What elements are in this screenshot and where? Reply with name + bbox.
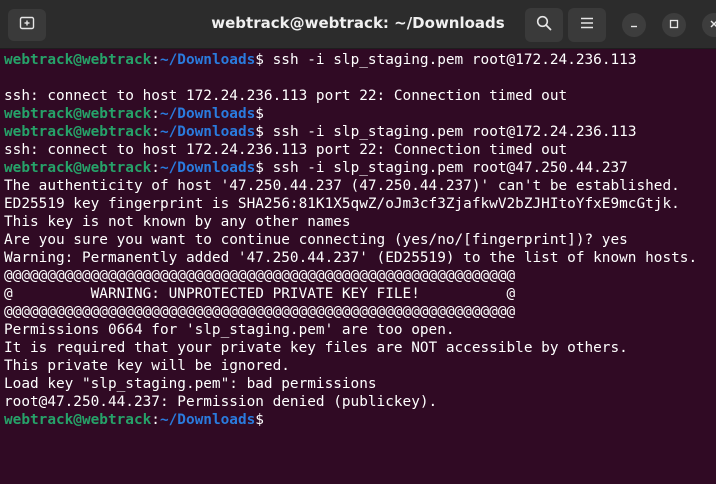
minimize-button[interactable]: [622, 13, 646, 37]
hamburger-menu-icon: [580, 16, 594, 35]
command-text: ssh -i slp_staging.pem root@172.24.236.1…: [263, 124, 637, 140]
prompt-path: ~/Downloads: [159, 52, 256, 68]
output-line: root@47.250.44.237: Permission denied (p…: [4, 394, 438, 410]
output-line: @@@@@@@@@@@@@@@@@@@@@@@@@@@@@@@@@@@@@@@@…: [4, 268, 516, 284]
output-line: Are you sure you want to continue connec…: [4, 232, 628, 248]
prompt-separator: :: [151, 412, 160, 428]
output-line: Warning: Permanently added '47.250.44.23…: [4, 250, 698, 266]
terminal-cursor: [264, 411, 272, 427]
prompt-separator: :: [151, 124, 160, 140]
title-bar: webtrack@webtrack: ~/Downloads: [0, 0, 716, 49]
prompt-line: webtrack@webtrack:~/Downloads$ ssh -i sl…: [4, 51, 716, 69]
prompt-line: webtrack@webtrack:~/Downloads$ ssh -i sl…: [4, 123, 716, 141]
search-icon: [536, 15, 552, 36]
command-text: ssh -i slp_staging.pem root@47.250.44.23…: [263, 160, 628, 176]
prompt-user: webtrack@webtrack: [4, 124, 152, 140]
output-line: ED25519 key fingerprint is SHA256:81K1X5…: [4, 196, 680, 212]
output-line: @@@@@@@@@@@@@@@@@@@@@@@@@@@@@@@@@@@@@@@@…: [4, 304, 516, 320]
prompt-user: webtrack@webtrack: [4, 160, 152, 176]
output-line: This private key will be ignored.: [4, 358, 290, 374]
maximize-icon: [669, 16, 679, 34]
prompt-line: webtrack@webtrack:~/Downloads$: [4, 411, 716, 429]
prompt-line: webtrack@webtrack:~/Downloads$ ssh -i sl…: [4, 159, 716, 177]
window-title: webtrack@webtrack: ~/Downloads: [211, 14, 505, 32]
command-text: ssh -i slp_staging.pem root@172.24.236.1…: [263, 52, 637, 68]
prompt-path: ~/Downloads: [159, 124, 256, 140]
prompt-user: webtrack@webtrack: [4, 52, 152, 68]
new-tab-button[interactable]: [8, 9, 46, 41]
output-line: @ WARNING: UNPROTECTED PRIVATE KEY FILE!…: [4, 286, 516, 302]
output-line: ssh: connect to host 172.24.236.113 port…: [4, 88, 568, 104]
minimize-icon: [629, 16, 639, 34]
output-line: The authenticity of host '47.250.44.237 …: [4, 178, 680, 194]
prompt-separator: :: [151, 106, 160, 122]
close-button[interactable]: [702, 13, 716, 37]
prompt-symbol: $: [255, 160, 264, 176]
output-line: Permissions 0664 for 'slp_staging.pem' a…: [4, 322, 455, 338]
prompt-path: ~/Downloads: [159, 106, 256, 122]
prompt-path: ~/Downloads: [159, 160, 256, 176]
prompt-user: webtrack@webtrack: [4, 412, 152, 428]
prompt-separator: :: [151, 160, 160, 176]
menu-button[interactable]: [568, 8, 606, 42]
new-tab-icon: [19, 15, 35, 36]
prompt-symbol: $: [255, 106, 264, 122]
output-line: ssh: connect to host 172.24.236.113 port…: [4, 142, 568, 158]
prompt-symbol: $: [255, 52, 264, 68]
prompt-symbol: $: [255, 124, 264, 140]
prompt-line: webtrack@webtrack:~/Downloads$: [4, 105, 716, 123]
terminal-output[interactable]: webtrack@webtrack:~/Downloads$ ssh -i sl…: [4, 51, 716, 429]
prompt-separator: :: [151, 52, 160, 68]
prompt-user: webtrack@webtrack: [4, 106, 152, 122]
output-line: It is required that your private key fil…: [4, 340, 628, 356]
terminal-window: webtrack@webtrack: ~/Downloads webtrack@…: [0, 0, 716, 484]
output-line: Load key "slp_staging.pem": bad permissi…: [4, 376, 377, 392]
search-button[interactable]: [525, 8, 563, 42]
output-line: This key is not known by any other names: [4, 214, 351, 230]
maximize-button[interactable]: [662, 13, 686, 37]
close-icon: [709, 16, 716, 34]
prompt-path: ~/Downloads: [159, 412, 256, 428]
prompt-symbol: $: [255, 412, 264, 428]
